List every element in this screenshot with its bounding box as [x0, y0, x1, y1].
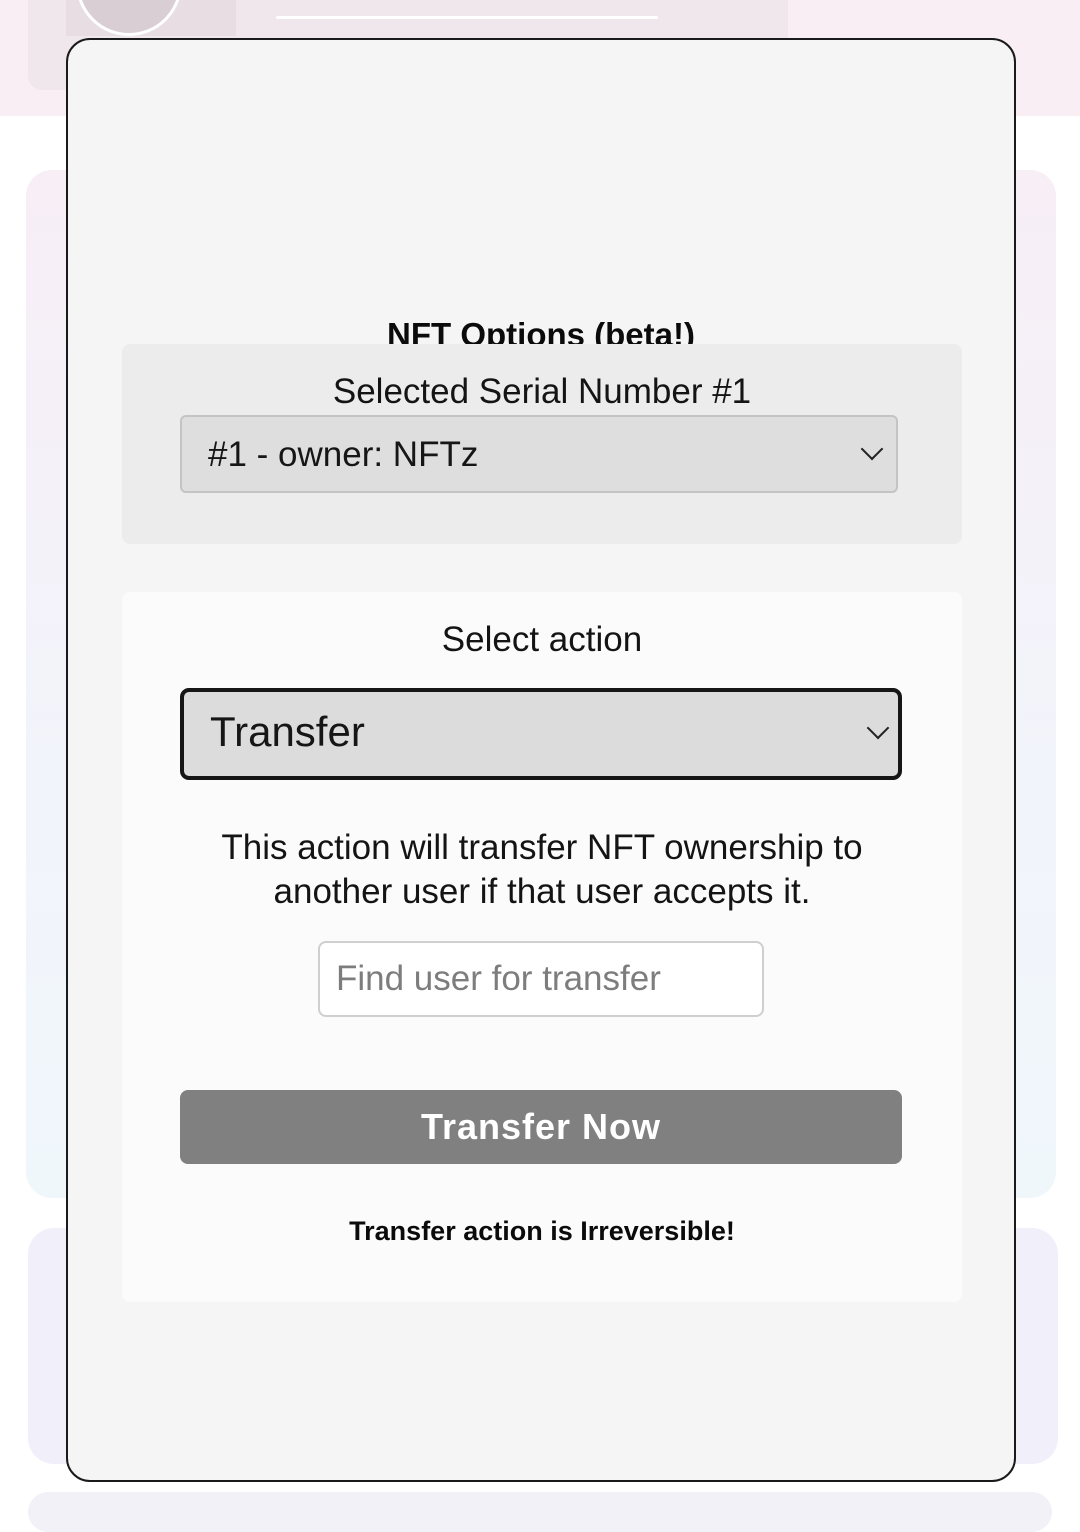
irreversible-warning: Transfer action is Irreversible! [349, 1216, 735, 1246]
action-panel: Select action Transfer This action will … [122, 592, 962, 1302]
serial-number-label: Selected Serial Number #1 [332, 372, 752, 411]
action-select[interactable]: Transfer [180, 688, 902, 780]
action-select-value: Transfer [210, 708, 365, 755]
background-divider [276, 16, 658, 19]
serial-number-panel: Selected Serial Number #1 #1 - owner: NF… [122, 344, 962, 544]
chevron-down-icon [860, 437, 884, 461]
nft-options-modal: NFT Options (beta!) Selected Serial Numb… [66, 38, 1016, 1482]
find-user-input[interactable] [318, 941, 764, 1017]
select-action-label: Select action [441, 620, 643, 659]
background-logo-image [76, 0, 182, 36]
serial-number-select-value: #1 - owner: NFTz [208, 435, 479, 474]
serial-number-select[interactable]: #1 - owner: NFTz [180, 415, 898, 493]
transfer-now-button[interactable]: Transfer Now [180, 1090, 902, 1164]
background-nft-thumbnail [66, 0, 236, 36]
chevron-down-icon [866, 716, 890, 740]
action-description: This action will transfer NFT ownership … [221, 828, 863, 911]
background-content-card [28, 1492, 1052, 1532]
